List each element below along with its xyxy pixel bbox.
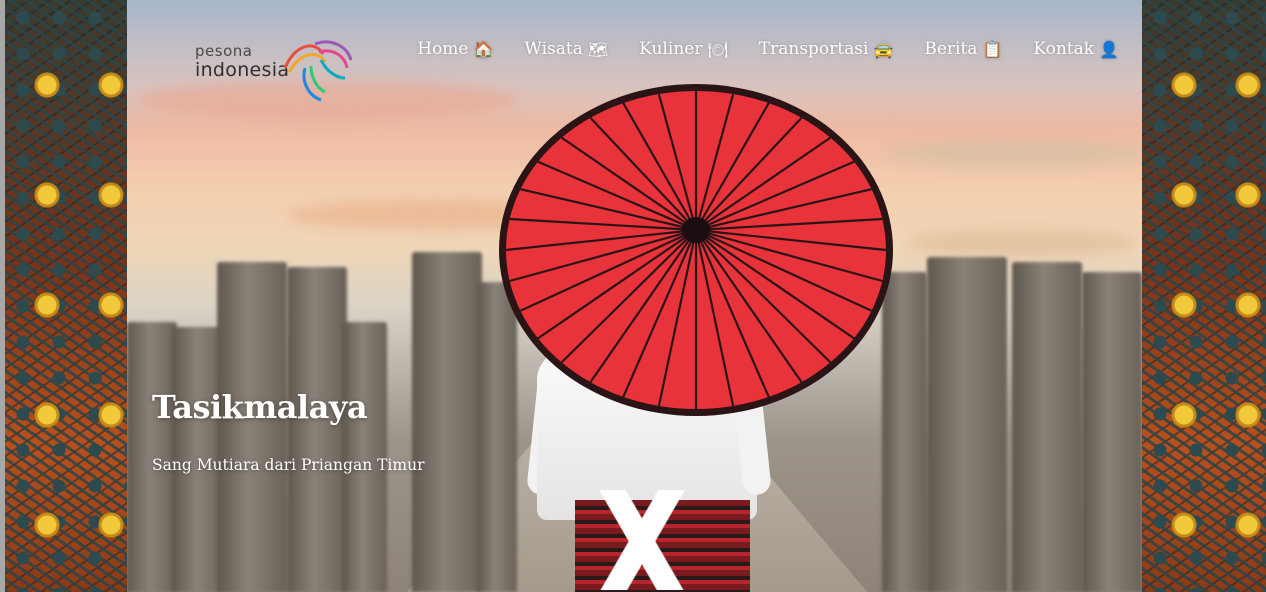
- nav-kontak[interactable]: Kontak 👤: [1033, 39, 1119, 59]
- wooden-post: [1012, 262, 1082, 592]
- map-icon: 🗺: [587, 39, 609, 59]
- wooden-post: [217, 262, 287, 592]
- nav-label: Kontak: [1033, 39, 1095, 59]
- nav-label: Home: [417, 39, 469, 59]
- main-nav: Home 🏠 Wisata 🗺 Kuliner 🍽 Transportasi 🚖…: [417, 39, 1119, 59]
- nav-label: Transportasi: [758, 39, 869, 59]
- person-bow: [597, 490, 687, 590]
- wooden-post: [287, 267, 347, 592]
- phoenix-logo-icon: [283, 40, 353, 102]
- wooden-post: [927, 257, 1007, 592]
- sky-cloud: [907, 230, 1137, 256]
- nav-home[interactable]: Home 🏠: [417, 39, 493, 59]
- nav-label: Wisata: [524, 39, 583, 59]
- wooden-post: [1082, 272, 1142, 592]
- nav-label: Berita: [924, 39, 978, 59]
- plate-icon: 🍽: [707, 39, 728, 59]
- taxi-icon: 🚖: [873, 39, 894, 59]
- nav-berita[interactable]: Berita 📋: [924, 39, 1002, 59]
- hero-section: pesona indonesia Home 🏠 Wisata 🗺 Kuliner…: [127, 0, 1142, 592]
- hero-subtitle: Sang Mutiara dari Priangan Timur: [152, 456, 425, 474]
- nav-kuliner[interactable]: Kuliner 🍽: [639, 39, 728, 59]
- brand-logo[interactable]: pesona indonesia: [195, 38, 360, 104]
- clipboard-icon: 📋: [982, 39, 1003, 59]
- hero-title: Tasikmalaya: [152, 388, 368, 426]
- batik-left-decoration: [0, 0, 127, 592]
- wooden-post: [412, 252, 482, 592]
- house-icon: 🏠: [473, 39, 494, 59]
- nav-wisata[interactable]: Wisata 🗺: [524, 39, 608, 59]
- red-umbrella: [499, 84, 893, 416]
- nav-transportasi[interactable]: Transportasi 🚖: [759, 39, 894, 59]
- sky-cloud: [887, 140, 1142, 168]
- batik-right-decoration: [1142, 0, 1266, 592]
- brand-line1: pesona: [195, 42, 253, 60]
- nav-label: Kuliner: [639, 39, 703, 59]
- user-icon: 👤: [1099, 39, 1119, 59]
